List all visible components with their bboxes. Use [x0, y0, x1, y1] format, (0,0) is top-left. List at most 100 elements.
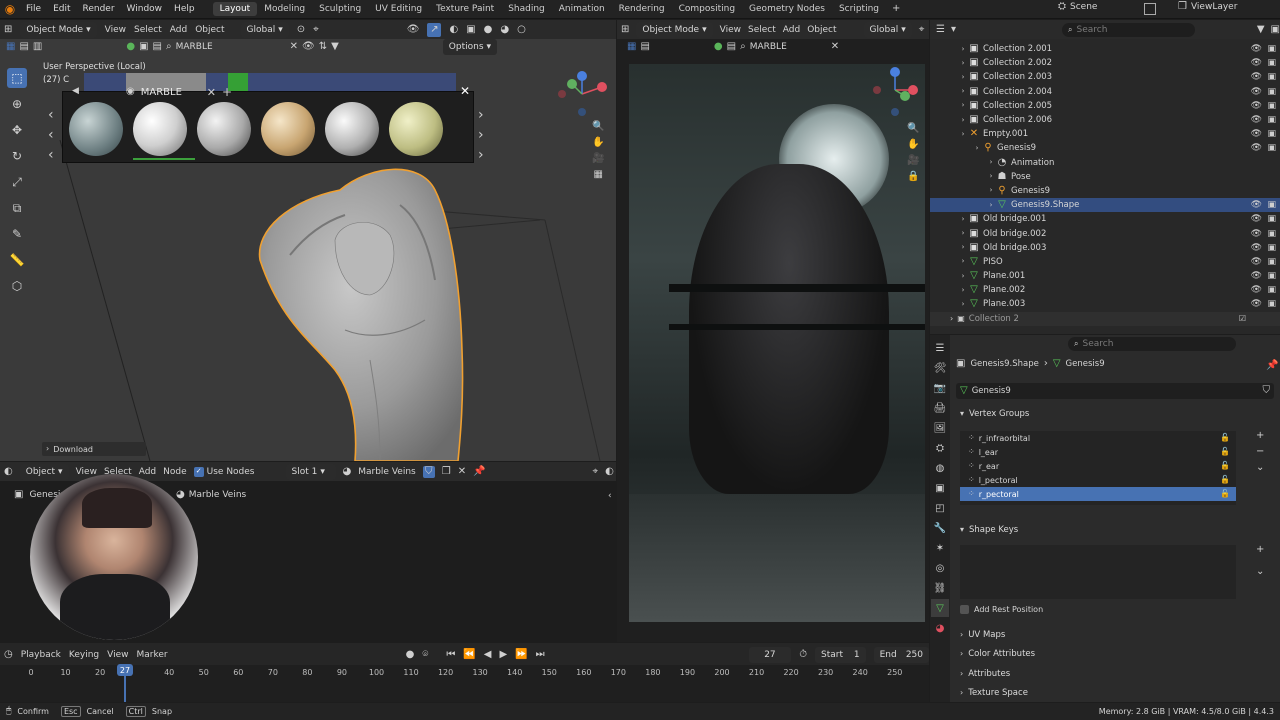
workspace-tab-compositing[interactable]: Compositing	[672, 2, 742, 16]
expand-arrow-icon[interactable]: ›	[958, 258, 968, 265]
visibility-eye-icon[interactable]: 👁	[1251, 214, 1262, 224]
chevron-right-icon[interactable]: ›	[478, 148, 484, 162]
editor-type-icon[interactable]: ◐	[4, 466, 13, 477]
lock-icon[interactable]: 🔓	[1220, 462, 1230, 470]
workspace-tab-animation[interactable]: Animation	[552, 2, 612, 16]
expand-arrow-icon[interactable]: ›	[972, 144, 982, 152]
tool-tab-icon[interactable]: 🛠	[931, 359, 949, 377]
vertex-group-row[interactable]: ⁘ l_pectoral 🔓	[960, 473, 1236, 487]
new-scene-icon[interactable]	[1144, 3, 1156, 15]
overlay-icon[interactable]: ◐	[605, 466, 614, 477]
visibility-eye-icon[interactable]: 👁	[1251, 200, 1262, 210]
chevron-right-icon[interactable]: ›	[478, 128, 484, 142]
duplicate-material-icon[interactable]: ❐	[442, 466, 451, 477]
render-camera-icon[interactable]: ▣	[1267, 87, 1276, 97]
material-swatch-3[interactable]	[197, 102, 251, 156]
visibility-eye-icon[interactable]: 👁	[1251, 87, 1262, 97]
workspace-tab-modeling[interactable]: Modeling	[257, 2, 312, 16]
world-tab-icon[interactable]: ◍	[931, 459, 949, 477]
vertex-group-row[interactable]: ⁘ r_pectoral 🔓	[960, 487, 1236, 501]
select-mode-icon[interactable]: ▤	[640, 41, 649, 52]
add-rest-position-checkbox[interactable]: Add Rest Position	[960, 605, 1043, 614]
expand-arrow-icon[interactable]: ›	[958, 102, 968, 109]
expand-arrow-icon[interactable]: ›	[958, 45, 968, 53]
outliner-row[interactable]: › ▽ PISO 👁 ▣	[930, 255, 1280, 269]
close-popup-icon[interactable]: ✕	[460, 85, 470, 97]
mode-dropdown[interactable]: Object Mode ▾	[636, 21, 713, 38]
material-swatch-6[interactable]	[389, 102, 443, 156]
node-editor[interactable]: ◐ Object ▾ View Select Add Node ✓ Use No…	[0, 462, 616, 642]
menu-file[interactable]: File	[20, 4, 47, 14]
outliner-row[interactable]: › ◔ Animation	[930, 156, 1280, 170]
orientation-dropdown[interactable]: Global ▾	[863, 21, 912, 38]
outliner-row[interactable]: › ✕ Empty.001 👁 ▣	[930, 127, 1280, 141]
render-camera-icon[interactable]: ▣	[1267, 115, 1276, 125]
chevron-right-icon[interactable]: ›	[478, 108, 484, 122]
pan-hand-icon[interactable]: ✋	[592, 138, 604, 148]
menu-playback[interactable]: Playback	[21, 650, 61, 660]
sculpture-model[interactable]	[250, 160, 470, 461]
physics-tab-icon[interactable]: ◎	[931, 559, 949, 577]
menu-view[interactable]: View	[76, 467, 97, 477]
display-mode-icon[interactable]: ▾	[951, 24, 956, 35]
outliner-row[interactable]: › ⚲ Genesis9 👁 ▣	[930, 141, 1280, 155]
asset-search-input[interactable]: MARBLE	[750, 42, 787, 52]
asset-icon[interactable]: ●	[714, 41, 723, 52]
material-tab-icon[interactable]: ◕	[931, 619, 949, 637]
menu-edit[interactable]: Edit	[47, 4, 76, 14]
prev-keyframe-icon[interactable]: ⏪	[463, 649, 475, 660]
add-tab-icon[interactable]: +	[222, 86, 232, 98]
remove-icon[interactable]: −	[1256, 447, 1264, 457]
expand-arrow-icon[interactable]: ›	[958, 59, 968, 67]
jump-end-icon[interactable]: ⏭	[536, 649, 545, 660]
scene-tab-icon[interactable]: ⛭	[931, 439, 949, 457]
menu-help[interactable]: Help	[168, 4, 201, 14]
visibility-eye-icon[interactable]: 👁	[1251, 58, 1262, 68]
filter-icon[interactable]: ▼	[1257, 24, 1265, 35]
expand-arrow-icon[interactable]: ›	[958, 130, 968, 138]
render-camera-icon[interactable]: ▣	[1267, 72, 1276, 82]
outliner-row[interactable]: › ▽ Plane.003 👁 ▣	[930, 297, 1280, 311]
expand-arrow-icon[interactable]: ›	[958, 88, 968, 95]
menu-object[interactable]: Object	[807, 25, 836, 35]
workspace-tab-texture-paint[interactable]: Texture Paint	[429, 2, 501, 16]
visibility-eye-icon[interactable]: 👁	[1251, 101, 1262, 111]
camera-view-icon[interactable]: 🎥	[592, 154, 604, 164]
vertex-groups-panel-header[interactable]: ▾ Vertex Groups	[952, 405, 1276, 423]
expand-arrow-icon[interactable]: ›	[950, 315, 953, 323]
expand-arrow-icon[interactable]: ›	[958, 116, 968, 124]
use-nodes-checkbox[interactable]: ✓ Use Nodes	[193, 466, 255, 477]
render-camera-icon[interactable]: ▣	[1267, 129, 1276, 139]
end-frame-field[interactable]: End 250	[873, 646, 929, 663]
expand-arrow-icon[interactable]: ›	[986, 187, 996, 194]
lock-icon[interactable]: 🔒	[907, 172, 919, 182]
menu-select[interactable]: Select	[748, 25, 776, 35]
render-camera-icon[interactable]: ▣	[1267, 200, 1276, 210]
lock-icon[interactable]: 🔓	[1220, 490, 1230, 498]
visibility-eye-icon[interactable]: 👁	[1251, 44, 1262, 54]
shape-keys-panel-header[interactable]: ▾ Shape Keys	[952, 521, 1276, 539]
lock-icon[interactable]: 🔓	[1220, 448, 1230, 456]
chevron-left-icon[interactable]: ‹	[48, 108, 54, 122]
grid-icon[interactable]: ▦	[592, 170, 604, 180]
navigation-gizmo[interactable]	[869, 66, 925, 116]
visibility-eye-icon[interactable]: 👁	[1251, 115, 1262, 125]
outliner-row-collection-2[interactable]: › ▣ Collection 2 ☑	[930, 312, 1280, 326]
shape-keys-list[interactable]	[960, 545, 1236, 599]
fake-user-icon[interactable]: ⛉	[422, 465, 435, 478]
outliner-row[interactable]: › ▣ Old bridge.003 👁 ▣	[930, 241, 1280, 255]
outliner-row[interactable]: › ▣ Collection 2.003 👁 ▣	[930, 70, 1280, 84]
expand-arrow-icon[interactable]: ›	[958, 230, 968, 237]
outliner-row[interactable]: › ▣ Collection 2.001 👁 ▣	[930, 42, 1280, 56]
close-tab-icon[interactable]: ✕	[207, 87, 216, 98]
particles-tab-icon[interactable]: ✶	[931, 539, 949, 557]
chevron-down-icon[interactable]: ⌄	[1256, 567, 1264, 577]
mesh-data-name-field[interactable]: ▽ Genesis9 ⛉	[956, 383, 1274, 399]
outliner-row[interactable]: › ⚲ Genesis9	[930, 184, 1280, 198]
playhead[interactable]: 27	[117, 664, 133, 676]
chevron-left-icon[interactable]: ‹	[48, 148, 54, 162]
expand-arrow-icon[interactable]: ›	[986, 159, 996, 166]
visibility-eye-icon[interactable]: 👁	[1251, 299, 1262, 309]
lock-icon[interactable]: 🔓	[1220, 476, 1230, 484]
chevron-left-icon[interactable]: ‹	[48, 128, 54, 142]
